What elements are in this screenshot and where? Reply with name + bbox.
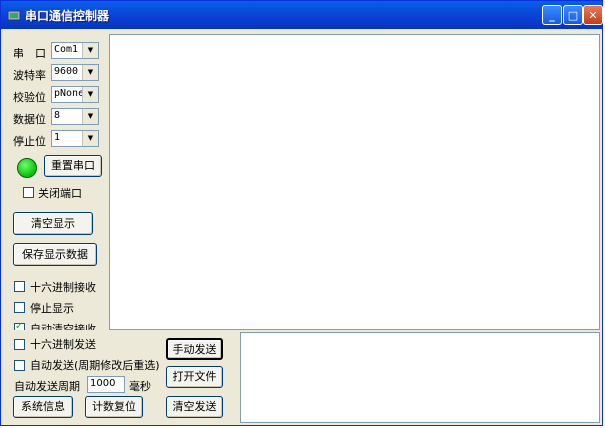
auto-send-label: 自动发送(周期修改后重选)	[30, 359, 160, 372]
port-select[interactable]: Com1 ▼	[51, 42, 99, 59]
stop-display-checkbox[interactable]	[14, 302, 25, 313]
maximize-button[interactable]: □	[563, 5, 583, 25]
chevron-down-icon[interactable]: ▼	[82, 87, 98, 102]
send-input-area[interactable]	[240, 332, 600, 423]
chevron-down-icon[interactable]: ▼	[82, 131, 98, 146]
baud-select[interactable]: 9600 ▼	[51, 64, 99, 81]
port-status-led	[17, 158, 37, 178]
title-bar[interactable]: 串口通信控制器 _ □ ✕	[1, 1, 603, 29]
minimize-button[interactable]: _	[542, 5, 562, 25]
stopbits-value: 1	[54, 132, 61, 143]
count-reset-button[interactable]: 计数复位	[85, 396, 143, 418]
hex-receive-label: 十六进制接收	[30, 281, 96, 294]
chevron-down-icon[interactable]: ▼	[82, 65, 98, 80]
chevron-down-icon[interactable]: ▼	[82, 43, 98, 58]
databits-select[interactable]: 8 ▼	[51, 108, 99, 125]
clear-display-button[interactable]: 清空显示	[13, 212, 93, 235]
stopbits-select[interactable]: 1 ▼	[51, 130, 99, 147]
stopbits-label: 停止位	[13, 135, 46, 148]
save-display-button[interactable]: 保存显示数据	[13, 243, 97, 266]
auto-clear-checkbox[interactable]	[14, 321, 25, 330]
parity-select[interactable]: pNone ▼	[51, 86, 99, 103]
hex-receive-checkbox[interactable]	[14, 281, 25, 292]
main-window: 串口通信控制器 _ □ ✕ 串 口 Com1 ▼ 波特率 9600 ▼ 校验位 …	[0, 0, 603, 426]
app-icon	[7, 10, 21, 21]
hex-send-checkbox[interactable]	[14, 339, 25, 350]
port-value: Com1	[54, 44, 79, 55]
close-button[interactable]: ✕	[583, 5, 603, 25]
auto-clear-row: 自动清空接收	[1, 318, 109, 330]
auto-clear-label: 自动清空接收	[30, 323, 96, 330]
period-label: 自动发送周期	[14, 380, 80, 393]
hex-send-label: 十六进制发送	[30, 338, 96, 351]
open-file-button[interactable]: 打开文件	[166, 366, 223, 388]
window-title: 串口通信控制器	[25, 9, 110, 23]
parity-value: pNone	[54, 88, 85, 99]
baud-label: 波特率	[13, 69, 46, 82]
period-unit-label: 毫秒	[129, 380, 151, 393]
chevron-down-icon[interactable]: ▼	[82, 109, 98, 124]
clear-send-button[interactable]: 清空发送	[166, 396, 223, 418]
stop-display-label: 停止显示	[30, 302, 74, 315]
period-input[interactable]: 1000	[87, 376, 125, 393]
databits-label: 数据位	[13, 113, 46, 126]
databits-value: 8	[54, 110, 61, 121]
manual-send-button[interactable]: 手动发送	[166, 338, 223, 360]
receive-display-area[interactable]	[109, 34, 600, 330]
parity-label: 校验位	[13, 91, 46, 104]
reset-port-button[interactable]: 重置串口	[44, 155, 102, 177]
close-port-checkbox[interactable]	[23, 187, 34, 198]
baud-value: 9600	[54, 66, 79, 77]
port-label: 串 口	[13, 47, 46, 60]
close-port-label: 关闭端口	[38, 187, 82, 200]
auto-send-checkbox[interactable]	[14, 360, 25, 371]
system-info-button[interactable]: 系统信息	[13, 396, 73, 418]
